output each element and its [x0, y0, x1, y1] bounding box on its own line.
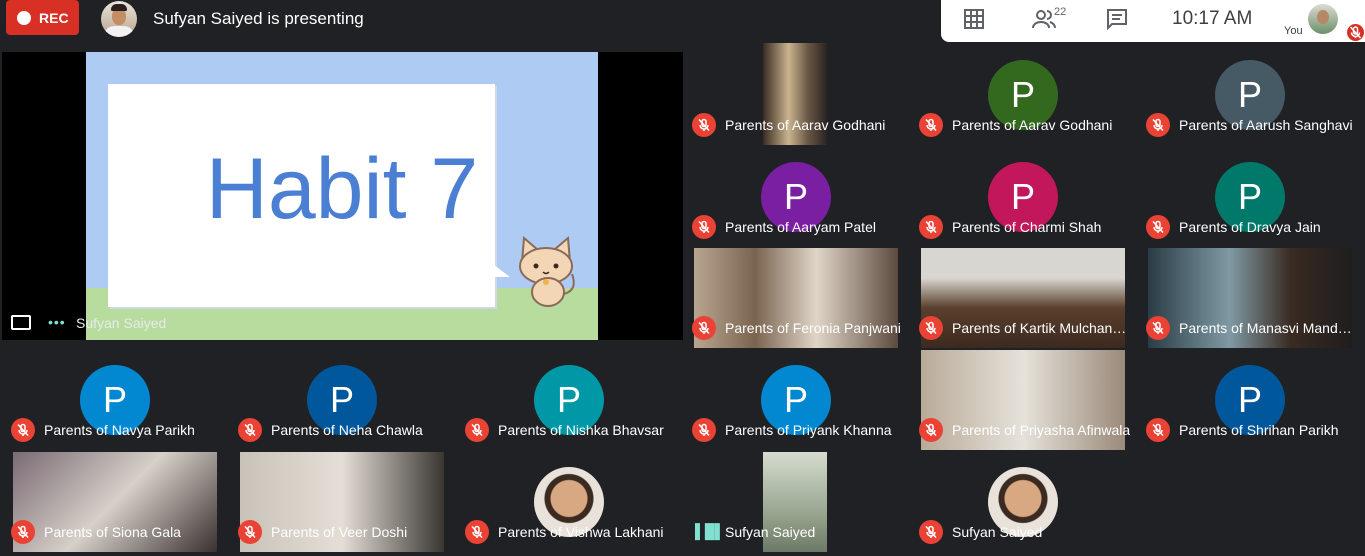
participant-name: Parents of Nishka Bhavsar	[498, 422, 664, 438]
you-label: You	[1284, 25, 1303, 37]
participant-tile[interactable]: P Parents of Dravya Jain	[1137, 145, 1364, 247]
participant-tile[interactable]: Parents of Feronia Panjwani	[683, 246, 910, 348]
participant-tile[interactable]: Parents of Aarav Godhani	[683, 43, 910, 145]
participant-name: Sufyan Saiyed	[725, 524, 816, 540]
people-icon[interactable]	[1032, 8, 1056, 35]
record-dot-icon	[17, 10, 31, 25]
participant-tile[interactable]: Parents of Veer Doshi	[229, 450, 456, 552]
mic-off-icon	[692, 215, 716, 239]
participant-tile[interactable]: Parents of Vishwa Lakhani	[456, 450, 683, 552]
cat-illustration	[519, 235, 575, 307]
presentation-icon	[11, 315, 31, 330]
mic-off-icon	[692, 113, 716, 137]
participant-tile[interactable]: ▌█▌ Sufyan Saiyed	[683, 450, 910, 552]
mic-off-icon	[919, 215, 943, 239]
mic-off-icon	[1146, 418, 1170, 442]
mic-off-icon	[465, 418, 489, 442]
participant-tile[interactable]: Parents of Siona Gala	[2, 450, 229, 552]
mic-off-icon	[465, 520, 489, 544]
self-mic-off-icon	[1347, 24, 1364, 41]
mic-off-icon	[1146, 113, 1170, 137]
participant-name: Parents of Aaryam Patel	[725, 219, 876, 235]
mic-off-icon	[1146, 316, 1170, 340]
participant-tile[interactable]: Parents of Kartik Mulchand…	[910, 246, 1137, 348]
participant-name: Parents of Manasvi Mandha…	[1179, 320, 1359, 336]
speaking-indicator-icon: ▌█▌	[695, 523, 725, 539]
participant-tile[interactable]: P Parents of Nishka Bhavsar	[456, 348, 683, 450]
participant-name: Parents of Feronia Panjwani	[725, 320, 901, 336]
participant-tile[interactable]: Sufyan Saiyed	[910, 450, 1137, 552]
participant-name: Parents of Shrihan Parikh	[1179, 422, 1339, 438]
rec-label: REC	[39, 9, 69, 26]
speaking-dots-icon: •••	[48, 314, 66, 330]
self-avatar[interactable]	[1308, 4, 1338, 34]
presenter-avatar	[101, 1, 137, 37]
clock: 10:17 AM	[1172, 8, 1253, 29]
participant-tile[interactable]: P Parents of Shrihan Parikh	[1137, 348, 1364, 450]
participant-name: Parents of Charmi Shah	[952, 219, 1102, 235]
participant-tile[interactable]: P Parents of Charmi Shah	[910, 145, 1137, 247]
chat-icon[interactable]	[1106, 8, 1128, 35]
participant-tile[interactable]: P Parents of Aarav Godhani	[910, 43, 1137, 145]
mic-off-icon	[919, 113, 943, 137]
participant-name: Parents of Priyank Khanna	[725, 422, 892, 438]
mic-off-icon	[919, 418, 943, 442]
mic-off-icon	[919, 316, 943, 340]
participant-tile[interactable]: P Parents of Aaryam Patel	[683, 145, 910, 247]
top-bar: 22 10:17 AM You	[941, 0, 1365, 42]
mic-off-icon	[692, 418, 716, 442]
mic-off-icon	[1146, 215, 1170, 239]
slide-title: Habit 7	[205, 141, 479, 237]
people-count: 22	[1054, 6, 1067, 18]
presenter-name-label: Sufyan Saiyed	[76, 315, 167, 331]
participant-tile[interactable]: P Parents of Priyank Khanna	[683, 348, 910, 450]
recording-badge: REC	[6, 0, 79, 35]
mic-off-icon	[919, 520, 943, 544]
participant-name: Parents of Siona Gala	[44, 524, 181, 540]
presenting-text: Sufyan Saiyed is presenting	[153, 9, 364, 28]
mic-off-icon	[11, 520, 35, 544]
participant-name: Parents of Aarav Godhani	[952, 117, 1113, 133]
mic-off-icon	[238, 520, 262, 544]
participant-name: Parents of Navya Parikh	[44, 422, 195, 438]
participant-tile[interactable]: Parents of Priyasha Afinwala	[910, 348, 1137, 450]
participant-name: Parents of Kartik Mulchand…	[952, 320, 1132, 336]
participant-name: Sufyan Saiyed	[952, 524, 1043, 540]
participant-tile[interactable]: P Parents of Aarush Sanghavi	[1137, 43, 1364, 145]
participant-name: Parents of Veer Doshi	[271, 524, 408, 540]
participant-name: Parents of Dravya Jain	[1179, 219, 1321, 235]
grid-icon[interactable]	[963, 8, 985, 35]
slide: Habit 7	[86, 52, 598, 340]
participant-name: Parents of Aarush Sanghavi	[1179, 117, 1353, 133]
participant-name: Parents of Aarav Godhani	[725, 117, 886, 133]
presentation-tile[interactable]: Habit 7 ••• Sufyan Saiyed	[2, 52, 683, 340]
mic-off-icon	[692, 316, 716, 340]
mic-off-icon	[11, 418, 35, 442]
participant-name: Parents of Neha Chawla	[271, 422, 423, 438]
participant-name: Parents of Priyasha Afinwala	[952, 422, 1131, 438]
participant-tile[interactable]: P Parents of Neha Chawla	[229, 348, 456, 450]
participant-name: Parents of Vishwa Lakhani	[498, 524, 664, 540]
participant-tile[interactable]: P Parents of Navya Parikh	[2, 348, 229, 450]
participant-tile[interactable]: Parents of Manasvi Mandha…	[1137, 246, 1364, 348]
mic-off-icon	[238, 418, 262, 442]
